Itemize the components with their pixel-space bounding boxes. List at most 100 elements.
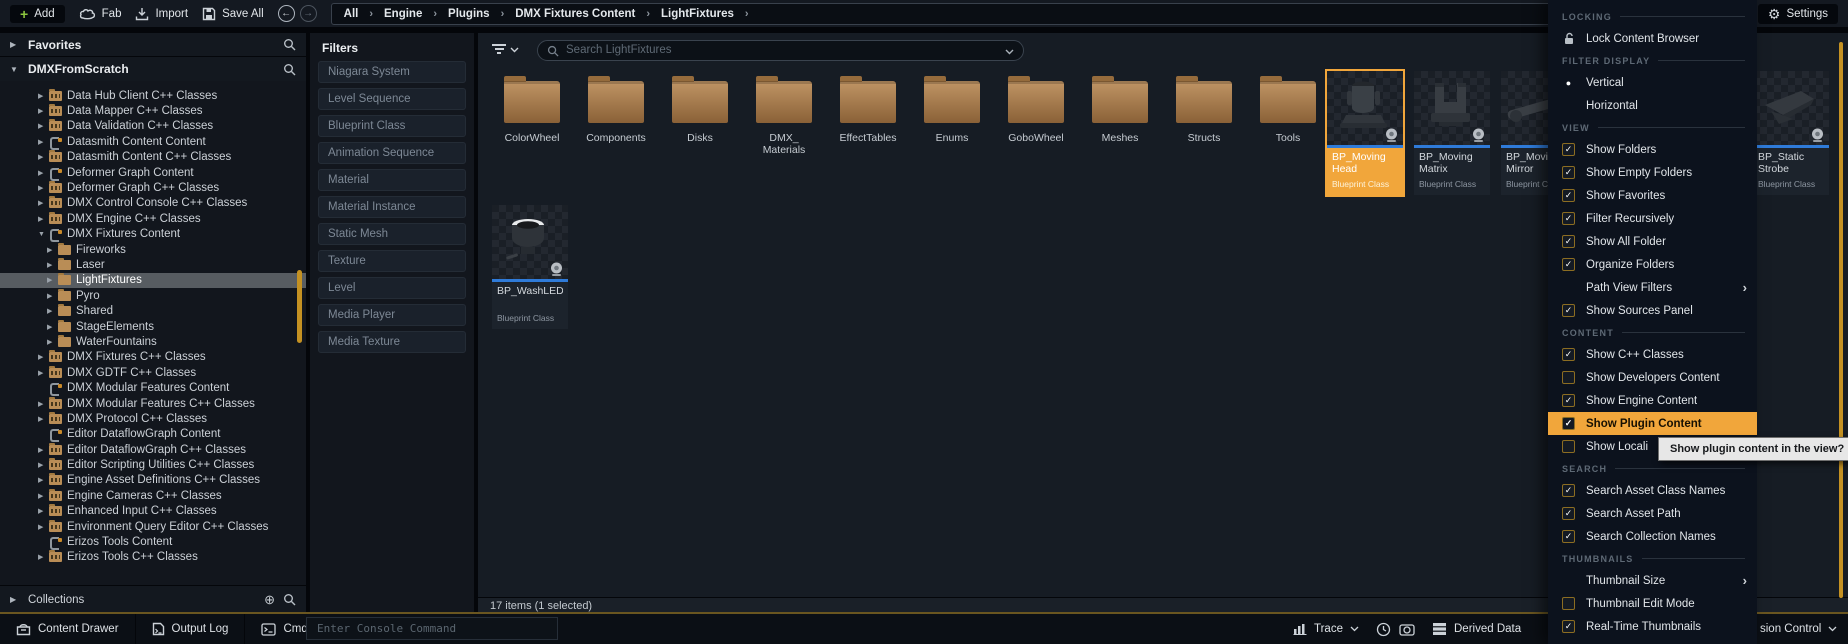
folder-tile[interactable]: Disks	[660, 71, 740, 156]
breadcrumb-item[interactable]: Engine	[384, 8, 422, 20]
tree-item[interactable]: ▶Enhanced Input C++ Classes	[0, 504, 306, 519]
tree-item[interactable]: ▼DMX Fixtures Content	[0, 227, 306, 242]
tree-item[interactable]: ▶Fireworks	[0, 242, 306, 257]
tree-item[interactable]: ▶Data Hub Client C++ Classes	[0, 88, 306, 103]
menu-item[interactable]: Thumbnail Edit Mode	[1548, 592, 1757, 615]
search-icon[interactable]	[283, 63, 296, 76]
expand-arrow-icon[interactable]: ▶	[38, 215, 49, 223]
favorites-section-header[interactable]: ▶ Favorites	[0, 33, 306, 57]
expand-arrow-icon[interactable]: ▶	[47, 307, 58, 315]
tree-item[interactable]: ▶Deformer Graph C++ Classes	[0, 180, 306, 195]
expand-arrow-icon[interactable]: ▶	[47, 261, 58, 269]
expand-arrow-icon[interactable]: ▶	[47, 323, 58, 331]
menu-item[interactable]: Path View Filters›	[1548, 276, 1757, 299]
menu-item[interactable]: Lock Content Browser	[1548, 27, 1757, 50]
expand-arrow-icon[interactable]: ▶	[38, 122, 49, 130]
derived-data-button[interactable]: Derived Data	[1432, 614, 1521, 644]
expand-arrow-icon[interactable]: ▶	[38, 446, 49, 454]
folder-tile[interactable]: Enums	[912, 71, 992, 156]
output-log-button[interactable]: Output Log	[136, 614, 245, 644]
menu-item[interactable]: ✓Search Asset Class Names	[1548, 479, 1757, 502]
tree-item[interactable]: ▶StageElements	[0, 319, 306, 334]
expand-arrow-icon[interactable]: ▶	[47, 276, 58, 284]
filter-pill[interactable]: Level Sequence	[318, 88, 466, 110]
screenshot-button[interactable]	[1399, 614, 1415, 644]
menu-item[interactable]: ✓Show Folders	[1548, 138, 1757, 161]
tree-item[interactable]: ▶Engine Cameras C++ Classes	[0, 488, 306, 503]
tree-item[interactable]: ▶DMX Modular Features C++ Classes	[0, 396, 306, 411]
tree-item[interactable]: ▶WaterFountains	[0, 334, 306, 349]
menu-item[interactable]: ✓Show Sources Panel	[1548, 299, 1757, 322]
tree-item[interactable]: ▶Editor Scripting Utilities C++ Classes	[0, 457, 306, 472]
collapse-arrow-icon[interactable]: ▼	[10, 65, 20, 74]
folder-tile[interactable]: Meshes	[1080, 71, 1160, 156]
expand-arrow-icon[interactable]: ▶	[38, 400, 49, 408]
menu-item[interactable]: ✓Show Engine Content	[1548, 389, 1757, 412]
tree-item[interactable]: ▶Shared	[0, 303, 306, 318]
search-input[interactable]	[538, 44, 1023, 56]
tree-item[interactable]: ▶Data Validation C++ Classes	[0, 119, 306, 134]
expand-arrow-icon[interactable]: ▶	[38, 492, 49, 500]
checkbox[interactable]: ✓	[1562, 235, 1575, 248]
trace-button[interactable]: Trace	[1293, 614, 1359, 644]
expand-arrow-icon[interactable]: ▶	[38, 476, 49, 484]
expand-arrow-icon[interactable]: ▶	[47, 338, 58, 346]
checkbox[interactable]: ✓	[1562, 304, 1575, 317]
save-all-button[interactable]: Save All	[202, 7, 264, 21]
expand-arrow-icon[interactable]: ▶	[38, 507, 49, 515]
expand-arrow-icon[interactable]: ▶	[47, 292, 58, 300]
expand-arrow-icon[interactable]: ▶	[38, 107, 49, 115]
radio-dot[interactable]	[1562, 99, 1575, 112]
menu-item[interactable]: ✓Show C++ Classes	[1548, 343, 1757, 366]
expand-arrow-icon[interactable]: ▶	[38, 153, 49, 161]
menu-item[interactable]: ✓Real-Time Thumbnails	[1548, 615, 1757, 638]
checkbox[interactable]: ✓	[1562, 530, 1575, 543]
expand-arrow-icon[interactable]: ▶	[38, 169, 49, 177]
folder-tile[interactable]: ColorWheel	[492, 71, 572, 156]
expand-arrow-icon[interactable]: ▶	[38, 415, 49, 423]
menu-item[interactable]: Thumbnail Size›	[1548, 569, 1757, 592]
menu-item[interactable]: Horizontal	[1548, 94, 1757, 117]
chevron-down-icon[interactable]	[1005, 49, 1014, 55]
filter-pill[interactable]: Level	[318, 277, 466, 299]
folder-tile[interactable]: GoboWheel	[996, 71, 1076, 156]
checkbox[interactable]: ✓	[1562, 507, 1575, 520]
filter-pill[interactable]: Media Texture	[318, 331, 466, 353]
breadcrumb-item[interactable]: All	[344, 8, 359, 20]
expand-arrow-icon[interactable]: ▶	[38, 369, 49, 377]
menu-item[interactable]: ✓Organize Folders	[1548, 253, 1757, 276]
tree-item[interactable]: ▶Datasmith Content Content	[0, 134, 306, 149]
import-button[interactable]: Import	[135, 7, 188, 21]
tree-item[interactable]: ▶DMX GDTF C++ Classes	[0, 365, 306, 380]
insights-button[interactable]	[1376, 614, 1391, 644]
filter-pill[interactable]: Animation Sequence	[318, 142, 466, 164]
asset-tile[interactable]: BP_WashLEDBlueprint Class	[492, 205, 568, 329]
menu-item[interactable]: ✓Show All Folder	[1548, 230, 1757, 253]
project-root-header[interactable]: ▼ DMXFromScratch	[0, 57, 306, 81]
expand-arrow-icon[interactable]: ▶	[47, 246, 58, 254]
forward-button[interactable]: →	[300, 5, 317, 22]
breadcrumb-item[interactable]: Plugins	[448, 8, 490, 20]
filter-pill[interactable]: Material Instance	[318, 196, 466, 218]
folder-tile[interactable]: EffectTables	[828, 71, 908, 156]
checkbox[interactable]: ✓	[1562, 166, 1575, 179]
filter-pill[interactable]: Niagara System	[318, 61, 466, 83]
tree-item[interactable]: ▶Deformer Graph Content	[0, 165, 306, 180]
checkbox[interactable]	[1562, 371, 1575, 384]
folder-tile[interactable]: Structs	[1164, 71, 1244, 156]
tree-item[interactable]: ▶Environment Query Editor C++ Classes	[0, 519, 306, 534]
expand-arrow-icon[interactable]: ▶	[10, 595, 20, 604]
checkbox[interactable]: ✓	[1562, 348, 1575, 361]
tree-item[interactable]: Editor DataflowGraph Content	[0, 427, 306, 442]
console-input[interactable]	[315, 621, 549, 636]
menu-item[interactable]: ✓Search Asset Path	[1548, 502, 1757, 525]
revision-control-button[interactable]: sion Control	[1760, 614, 1837, 644]
checkbox[interactable]: ✓	[1562, 189, 1575, 202]
expand-arrow-icon[interactable]: ▶	[38, 138, 49, 146]
expand-arrow-icon[interactable]: ▶	[38, 184, 49, 192]
checkbox[interactable]	[1562, 440, 1575, 453]
tree-item[interactable]: ▶DMX Protocol C++ Classes	[0, 411, 306, 426]
filter-pill[interactable]: Media Player	[318, 304, 466, 326]
menu-item[interactable]: Show Developers Content	[1548, 366, 1757, 389]
search-icon[interactable]	[283, 593, 296, 606]
